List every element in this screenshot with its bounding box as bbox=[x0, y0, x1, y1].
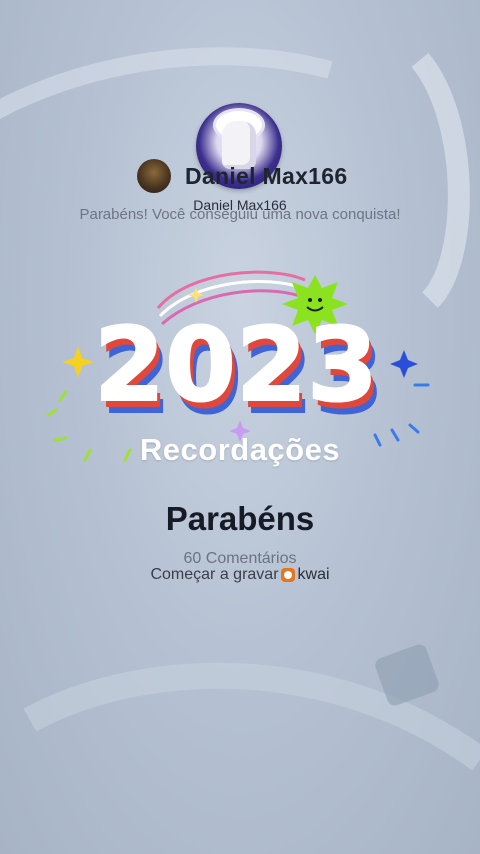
kwai-text: kwai bbox=[297, 566, 330, 583]
kwai-icon bbox=[280, 568, 295, 582]
memories-label: Recordações bbox=[139, 432, 341, 467]
small-avatar[interactable] bbox=[137, 159, 171, 193]
sparkle-yellow-icon bbox=[62, 346, 94, 378]
user-row[interactable]: Daniel Max166 bbox=[137, 158, 347, 194]
post-title: Parabéns bbox=[165, 500, 315, 537]
start-recording-row[interactable]: Começar a gravar kwai bbox=[0, 566, 480, 584]
achievement-message: Parabéns! Você conseguiu uma nova conqui… bbox=[79, 206, 401, 223]
start-recording-label[interactable]: Começar a gravar bbox=[150, 566, 278, 584]
year-text: 2023 bbox=[94, 306, 378, 425]
header-user-name[interactable]: Daniel Max166 bbox=[185, 163, 347, 190]
kwai-logo: kwai bbox=[280, 566, 330, 584]
sparkle-blue-icon bbox=[390, 350, 418, 378]
